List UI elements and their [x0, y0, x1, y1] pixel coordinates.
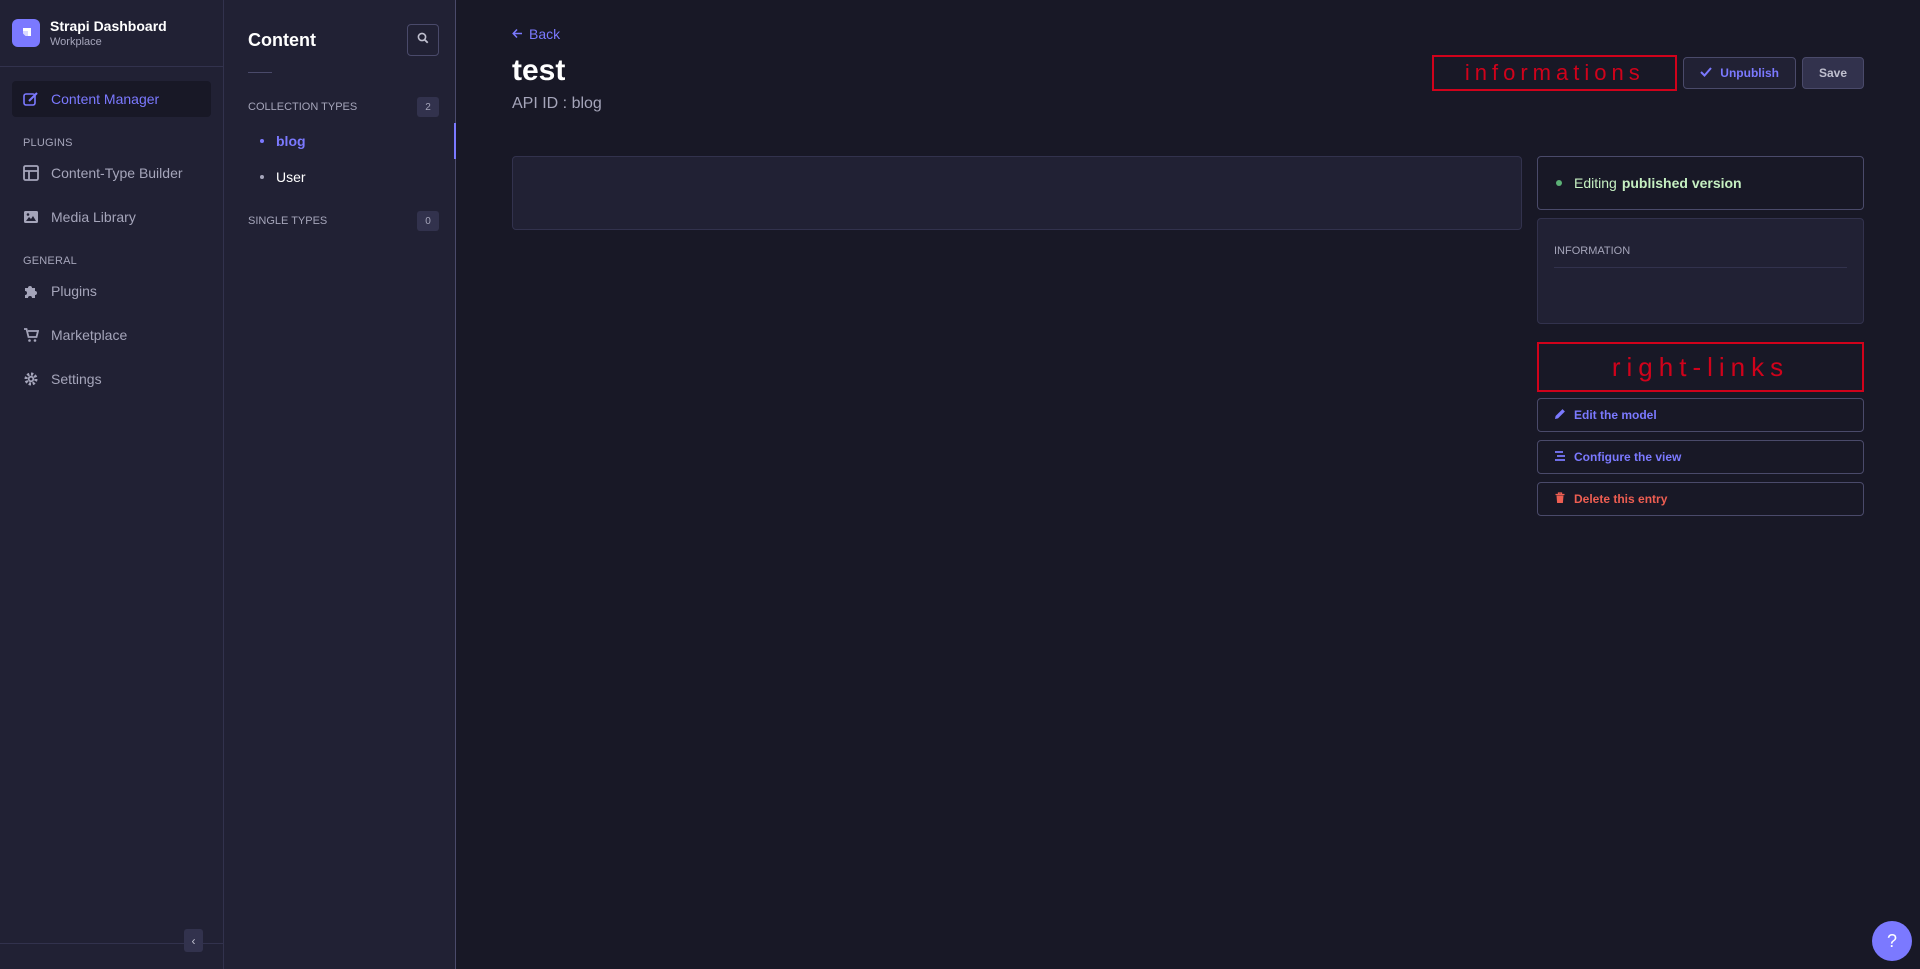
nav-item-marketplace[interactable]: Marketplace	[12, 317, 211, 353]
count-badge: 2	[417, 97, 439, 117]
nav-list: Content Manager PLUGINS Content-Type Bui…	[0, 67, 223, 419]
save-button[interactable]: Save	[1801, 57, 1864, 89]
pencil-icon	[1554, 408, 1566, 423]
bullet-icon	[260, 139, 264, 143]
informations-annotation: informations	[1432, 55, 1678, 91]
nav-footer: ‹	[0, 929, 223, 969]
trash-icon	[1554, 491, 1566, 507]
right-sidebar: Editing published version INFORMATION ri…	[1537, 156, 1864, 516]
edit-model-link[interactable]: Edit the model	[1537, 398, 1864, 432]
nav-item-content-type-builder[interactable]: Content-Type Builder	[12, 155, 211, 191]
collection-types-header[interactable]: COLLECTION TYPES 2	[224, 73, 455, 123]
back-label: Back	[529, 26, 561, 42]
information-title: INFORMATION	[1554, 245, 1847, 268]
publish-status-card: Editing published version	[1537, 156, 1864, 210]
link-label: Delete this entry	[1574, 492, 1668, 506]
search-icon	[417, 31, 429, 49]
link-label: Edit the model	[1574, 408, 1657, 422]
nav-section-plugins: PLUGINS	[23, 137, 73, 149]
arrow-left-icon	[512, 26, 523, 42]
puzzle-icon	[23, 283, 39, 299]
save-label: Save	[1818, 66, 1847, 80]
nav-item-label: Settings	[51, 371, 102, 387]
check-icon	[1700, 66, 1713, 80]
subnav-link-label: User	[276, 169, 306, 185]
subnav-link-user[interactable]: User	[224, 159, 455, 195]
right-links-annotation: right-links	[1537, 342, 1864, 392]
nav-item-media-library[interactable]: Media Library	[12, 199, 211, 235]
nav-item-settings[interactable]: Settings	[12, 361, 211, 397]
gear-icon	[23, 371, 39, 387]
nav-item-content-manager[interactable]: Content Manager	[12, 81, 211, 117]
section-label: SINGLE TYPES	[248, 215, 328, 227]
nav-item-label: Media Library	[51, 209, 136, 225]
strapi-logo-icon	[12, 19, 40, 47]
nav-item-plugins[interactable]: Plugins	[12, 273, 211, 309]
layout-icon	[23, 165, 39, 181]
api-id-label: API ID : blog	[512, 95, 602, 112]
single-types-header[interactable]: SINGLE TYPES 0	[224, 195, 455, 237]
page-title: test	[512, 54, 566, 87]
brand: Strapi Dashboard Workplace	[0, 0, 223, 67]
delete-entry-link[interactable]: Delete this entry	[1537, 482, 1864, 516]
status-prefix: Editing	[1574, 175, 1617, 191]
main-nav: Strapi Dashboard Workplace Content Manag…	[0, 0, 224, 969]
nav-item-label: Plugins	[51, 283, 97, 299]
search-button[interactable]	[407, 24, 439, 56]
count-badge: 0	[417, 211, 439, 231]
back-link[interactable]: Back	[512, 26, 560, 42]
main-content: Back test API ID : blog informations Unp…	[456, 0, 1920, 969]
header-actions: informations Unpublish Save	[1432, 55, 1864, 91]
cart-icon	[23, 327, 39, 343]
status-dot-icon	[1556, 180, 1562, 186]
link-label: Configure the view	[1574, 450, 1682, 464]
configure-view-link[interactable]: Configure the view	[1537, 440, 1864, 474]
nav-item-label: Marketplace	[51, 327, 128, 343]
chevron-left-icon: ‹	[191, 933, 196, 948]
brand-name: Strapi Dashboard	[50, 17, 167, 34]
app-root: Strapi Dashboard Workplace Content Manag…	[0, 0, 1920, 969]
section-label: COLLECTION TYPES	[248, 101, 358, 113]
nav-item-label: Content-Type Builder	[51, 165, 183, 181]
subnav-header: Content	[224, 0, 455, 56]
nav-item-label: Content Manager	[51, 91, 160, 107]
status-value: published version	[1621, 175, 1742, 191]
subnav-title: Content	[248, 29, 316, 50]
nav-section-general: GENERAL	[23, 255, 77, 267]
help-icon: ?	[1886, 930, 1897, 951]
image-icon	[23, 209, 39, 225]
subnav-link-label: blog	[276, 133, 306, 149]
unpublish-button[interactable]: Unpublish	[1683, 57, 1796, 89]
subnav-link-blog[interactable]: blog	[224, 123, 456, 159]
unpublish-label: Unpublish	[1720, 66, 1779, 80]
help-button[interactable]: ?	[1872, 921, 1912, 961]
collapse-nav-button[interactable]: ‹	[184, 929, 203, 952]
feather-icon	[23, 91, 39, 107]
list-icon	[1554, 450, 1566, 465]
information-card: INFORMATION	[1537, 218, 1864, 324]
bullet-icon	[260, 175, 264, 179]
content-subnav: Content COLLECTION TYPES 2 blog User SIN…	[224, 0, 456, 969]
entry-editor-card	[512, 156, 1522, 230]
brand-workspace: Workplace	[50, 35, 102, 48]
